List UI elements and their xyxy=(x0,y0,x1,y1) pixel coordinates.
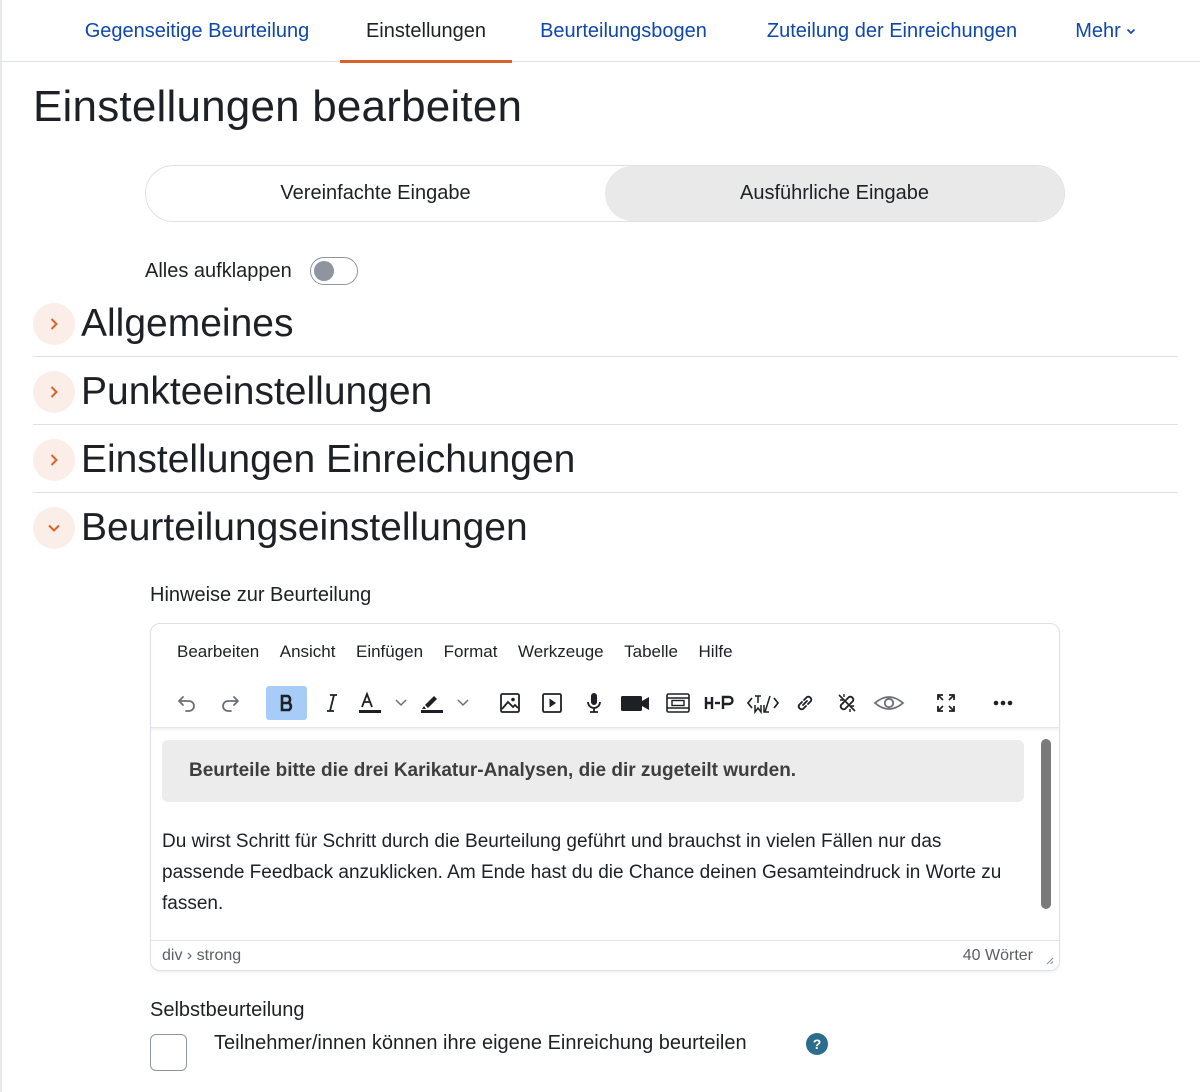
page-title: Einstellungen bearbeiten xyxy=(33,82,523,131)
video-camera-icon xyxy=(621,696,649,711)
menu-hilfe[interactable]: Hilfe xyxy=(699,642,733,662)
tab-label: Beurteilungsbogen xyxy=(540,19,707,42)
highlight-icon xyxy=(421,696,469,713)
section-allgemeines[interactable]: Allgemeines xyxy=(33,291,1178,357)
chevron-down-icon xyxy=(1126,28,1135,35)
input-mode-selector: Vereinfachte Eingabe Ausführliche Eingab… xyxy=(145,165,1065,222)
preview-button[interactable] xyxy=(869,686,909,720)
expand-all-label: Alles aufklappen xyxy=(145,259,292,282)
simple-input-mode-button[interactable]: Vereinfachte Eingabe xyxy=(146,166,605,221)
menu-einfuegen[interactable]: Einfügen xyxy=(356,642,423,662)
expand-all-toggle[interactable] xyxy=(309,257,358,285)
expand-all-row: Alles aufklappen xyxy=(145,255,358,287)
section-title: Einstellungen Einreichungen xyxy=(81,437,576,481)
insert-media-button[interactable] xyxy=(536,686,568,720)
menu-ansicht[interactable]: Ansicht xyxy=(280,642,336,662)
tab-label: Einstellungen xyxy=(365,19,487,42)
italic-button[interactable] xyxy=(316,686,348,720)
menu-werkzeuge[interactable]: Werkzeuge xyxy=(518,642,604,662)
section-title: Punkteeinstellungen xyxy=(81,369,433,413)
section-toggle[interactable] xyxy=(33,302,75,345)
html-source-button[interactable] xyxy=(745,686,781,720)
fullscreen-button[interactable] xyxy=(930,686,962,720)
tab-label: Gegenseitige Beurteilung xyxy=(84,19,310,42)
link-icon xyxy=(797,695,813,711)
self-assessment-checkbox[interactable] xyxy=(150,1034,187,1071)
tab-label: Zuteilung der Einreichungen xyxy=(766,19,1018,42)
editor-menubar: Bearbeiten Ansicht Einfügen Format Werkz… xyxy=(151,624,1059,680)
editor-scrollbar[interactable] xyxy=(1041,739,1051,909)
secondary-navigation: Gegenseitige Beurteilung Einstellungen B… xyxy=(0,0,1200,63)
h5p-button[interactable] xyxy=(702,686,738,720)
html-icon xyxy=(746,695,780,714)
toggle-knob xyxy=(313,261,334,281)
section-toggle[interactable] xyxy=(33,438,75,481)
tab-label: Mehr xyxy=(1075,19,1121,42)
record-video-button[interactable] xyxy=(617,686,653,720)
editor-content[interactable]: Beurteile bitte die drei Karikatur-Analy… xyxy=(151,729,1031,941)
word-count[interactable]: 40 Wörter xyxy=(963,947,1033,965)
page-left-edge xyxy=(0,0,2,1092)
help-icon[interactable]: ? xyxy=(806,1033,828,1055)
tab-beurteilungsbogen[interactable]: Beurteilungsbogen xyxy=(534,0,713,62)
section-beurteilungseinstellungen[interactable]: Beurteilungseinstellungen xyxy=(33,495,1178,561)
section-title: Allgemeines xyxy=(81,301,294,345)
section-title: Beurteilungseinstellungen xyxy=(81,506,528,549)
preview-icon xyxy=(873,696,905,710)
remove-link-button[interactable] xyxy=(831,686,863,720)
chevron-right-icon xyxy=(50,453,58,466)
advanced-input-mode-button[interactable]: Ausführliche Eingabe xyxy=(605,166,1064,221)
text-color-button[interactable] xyxy=(356,686,412,720)
chevron-right-icon xyxy=(50,385,58,398)
embed-media-button[interactable] xyxy=(662,686,694,720)
tab-gegenseitige-beurteilung[interactable]: Gegenseitige Beurteilung xyxy=(76,0,318,62)
menu-format[interactable]: Format xyxy=(444,642,498,662)
more-icon xyxy=(993,700,1013,706)
italic-icon xyxy=(327,694,337,712)
redo-button[interactable] xyxy=(214,686,246,720)
embed-icon xyxy=(666,693,690,713)
instructions-label: Hinweise zur Beurteilung xyxy=(150,584,372,606)
self-assessment-label: Selbstbeurteilung xyxy=(150,999,305,1021)
microphone-icon xyxy=(587,693,601,713)
undo-button[interactable] xyxy=(171,686,203,720)
tab-mehr[interactable]: Mehr xyxy=(1070,0,1142,62)
menu-bearbeiten[interactable]: Bearbeiten xyxy=(177,642,259,662)
chevron-right-icon xyxy=(50,317,58,330)
more-toolbar-button[interactable] xyxy=(987,686,1019,720)
instruction-paragraph: Du wirst Schritt für Schritt durch die B… xyxy=(162,831,1002,914)
media-icon xyxy=(542,693,562,713)
insert-link-button[interactable] xyxy=(789,686,821,720)
record-audio-button[interactable] xyxy=(578,686,610,720)
chevron-down-icon xyxy=(48,524,60,532)
section-punkteeinstellungen[interactable]: Punkteeinstellungen xyxy=(33,359,1178,425)
menu-tabelle[interactable]: Tabelle xyxy=(624,642,678,662)
unlink-icon xyxy=(838,694,856,712)
redo-icon xyxy=(222,696,239,712)
undo-icon xyxy=(178,696,195,712)
rich-text-editor: Bearbeiten Ansicht Einfügen Format Werkz… xyxy=(150,623,1060,971)
section-einstellungen-einreichungen[interactable]: Einstellungen Einreichungen xyxy=(33,427,1178,493)
image-icon xyxy=(500,693,520,713)
bold-icon xyxy=(280,694,292,712)
fullscreen-icon xyxy=(937,694,955,712)
h5p-icon xyxy=(704,695,734,709)
tab-einstellungen[interactable]: Einstellungen xyxy=(340,0,512,63)
bold-button[interactable] xyxy=(266,686,307,720)
section-toggle[interactable] xyxy=(33,370,75,413)
element-path[interactable]: div › strong xyxy=(162,947,241,965)
section-toggle[interactable] xyxy=(33,507,75,549)
editor-toolbar xyxy=(151,680,1059,728)
highlight-color-button[interactable] xyxy=(418,686,474,720)
resize-handle-icon[interactable] xyxy=(1044,955,1054,965)
tab-zuteilung-der-einreichungen[interactable]: Zuteilung der Einreichungen xyxy=(757,0,1027,62)
editor-statusbar: div › strong 40 Wörter xyxy=(151,940,1059,970)
instruction-callout: Beurteile bitte die drei Karikatur-Analy… xyxy=(162,740,1024,802)
insert-image-button[interactable] xyxy=(494,686,526,720)
self-assessment-checkbox-label: Teilnehmer/innen können ihre eigene Einr… xyxy=(214,1032,747,1054)
text-color-icon xyxy=(359,691,407,713)
